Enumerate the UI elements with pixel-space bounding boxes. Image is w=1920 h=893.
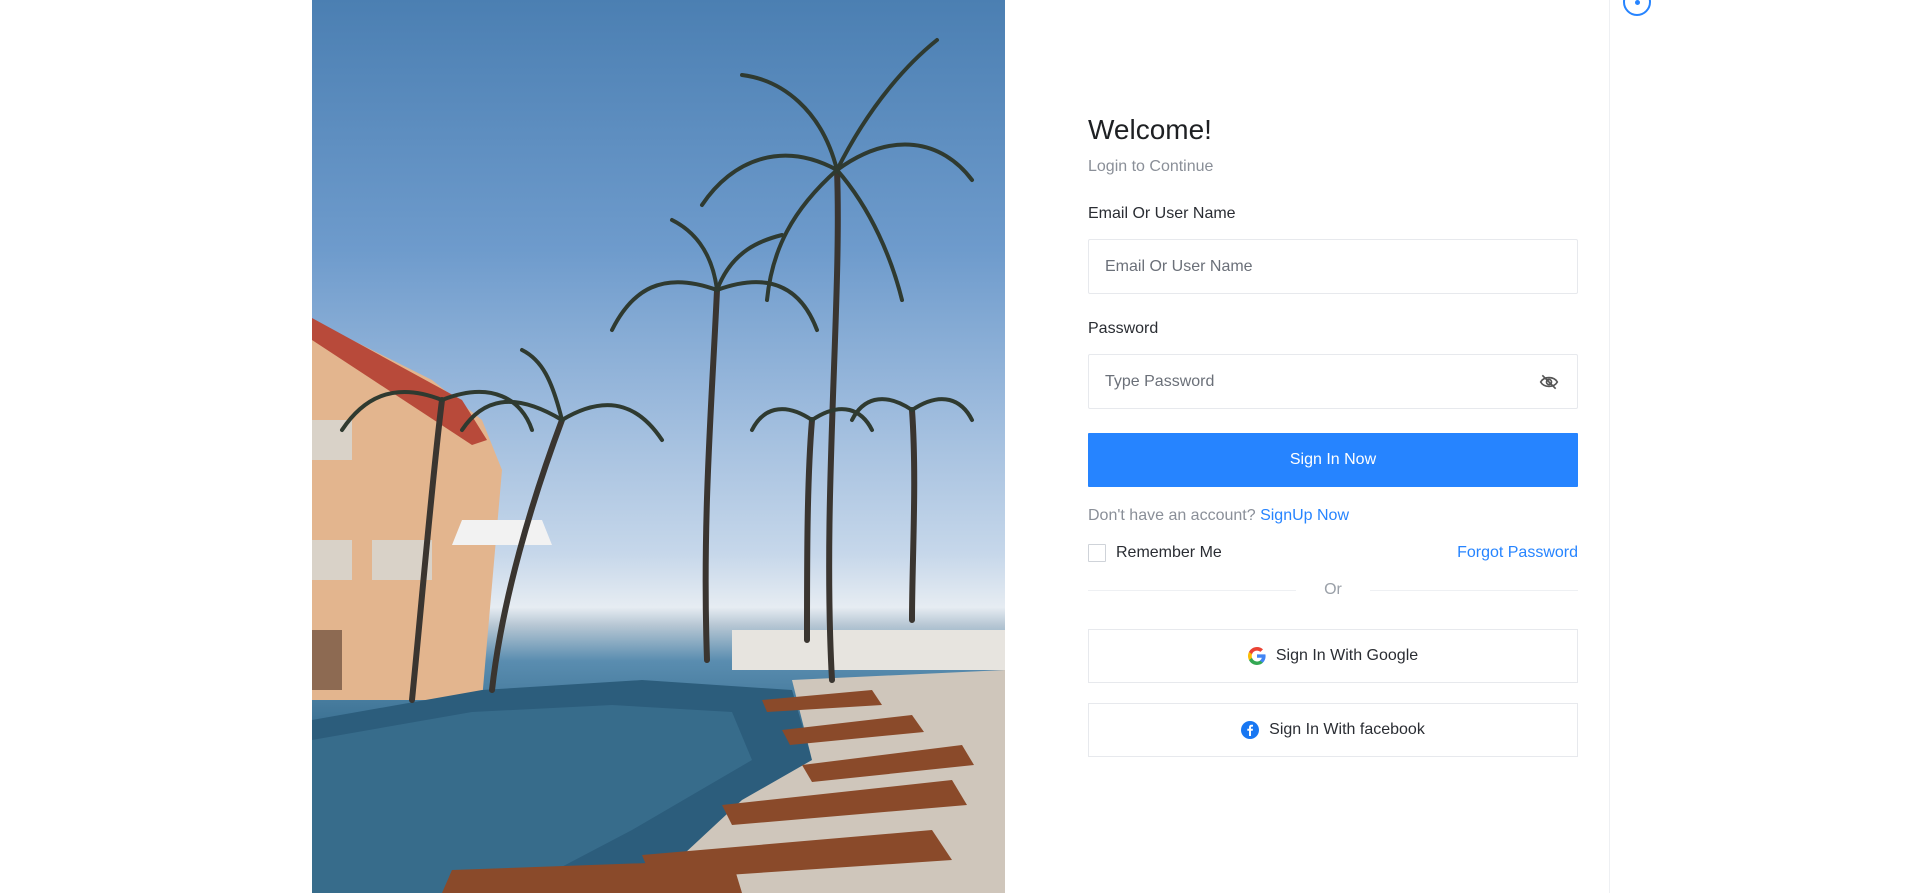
- google-icon: [1247, 647, 1266, 665]
- password-label: Password: [1088, 320, 1159, 337]
- login-form: Welcome! Login to Continue Email Or User…: [1088, 112, 1578, 757]
- facebook-sign-in-button[interactable]: Sign In With facebook: [1088, 703, 1578, 757]
- remember-row: Remember Me Forgot Password: [1088, 544, 1578, 562]
- email-field-wrapper: [1088, 239, 1578, 294]
- password-field-wrapper: [1088, 354, 1578, 409]
- or-line-left: [1088, 589, 1297, 591]
- resort-photo-illustration: [312, 38, 1005, 893]
- email-label: Email Or User Name: [1088, 205, 1236, 222]
- no-account-text: Don't have an account?: [1088, 507, 1256, 524]
- remember-me[interactable]: Remember Me: [1088, 544, 1222, 562]
- facebook-sign-in-label: Sign In With facebook: [1269, 721, 1425, 738]
- signup-prompt: Don't have an account? SignUp Now: [1088, 507, 1578, 525]
- remember-me-label: Remember Me: [1116, 544, 1222, 561]
- right-panel-divider: [1609, 0, 1610, 893]
- login-page: Welcome! Login to Continue Email Or User…: [0, 0, 1920, 893]
- eye-slash-icon[interactable]: [1539, 373, 1559, 391]
- settings-dot-icon[interactable]: [1623, 0, 1651, 16]
- or-text: Or: [1324, 581, 1342, 598]
- page-subtitle: Login to Continue: [1088, 158, 1214, 175]
- facebook-icon: [1241, 721, 1260, 739]
- remember-me-checkbox[interactable]: [1088, 544, 1106, 562]
- google-sign-in-button[interactable]: Sign In With Google: [1088, 629, 1578, 683]
- forgot-password-link[interactable]: Forgot Password: [1457, 544, 1578, 562]
- password-field[interactable]: [1105, 372, 1561, 391]
- email-field[interactable]: [1105, 257, 1561, 276]
- page-title: Welcome!: [1088, 114, 1212, 145]
- signup-link[interactable]: SignUp Now: [1260, 507, 1349, 524]
- hero-image: [312, 0, 1005, 893]
- or-line-right: [1369, 589, 1578, 591]
- sign-in-button[interactable]: Sign In Now: [1088, 433, 1578, 487]
- google-sign-in-label: Sign In With Google: [1275, 647, 1419, 664]
- or-divider: Or: [1088, 580, 1578, 600]
